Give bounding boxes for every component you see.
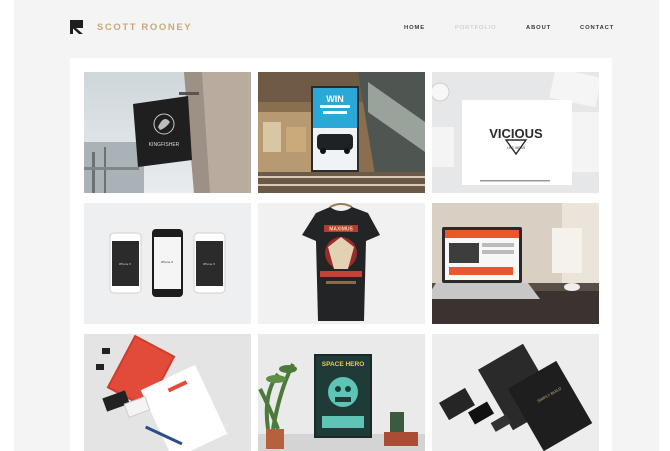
tshirt-text: MAXIMUS: [329, 227, 353, 233]
portfolio-item-vicious[interactable]: VICIOUS LIFE WEAR: [432, 72, 599, 193]
portfolio-item-stationery-dark[interactable]: SIMPLY BUILD: [432, 334, 599, 451]
kingfisher-text: KINGFISHER: [149, 142, 180, 148]
poster-title: SPACE HERO: [322, 361, 365, 368]
billboard-text: WIN: [326, 94, 344, 104]
vicious-text: VICIOUS: [489, 126, 543, 141]
nav-contact[interactable]: CONTACT: [580, 25, 614, 31]
nav-home[interactable]: HOME: [404, 25, 425, 31]
main-nav: HOME PORTFOLIO ABOUT CONTACT: [0, 25, 670, 35]
iphone-label-left: iPhone X: [119, 262, 131, 266]
iphone-label-right: iPhone X: [203, 262, 215, 266]
portfolio-item-billboard[interactable]: WIN: [258, 72, 425, 193]
portfolio-item-tshirt[interactable]: MAXIMUS: [258, 203, 425, 324]
portfolio-item-space-hero[interactable]: SPACE HERO: [258, 334, 425, 451]
portfolio-item-laptop[interactable]: [432, 203, 599, 324]
portfolio-item-stationery-red[interactable]: [84, 334, 251, 451]
portfolio-item-kingfisher[interactable]: KINGFISHER: [84, 72, 251, 193]
nav-portfolio[interactable]: PORTFOLIO: [455, 25, 497, 31]
nav-about[interactable]: ABOUT: [526, 25, 551, 31]
portfolio-grid: KINGFISHER WIN VICIOUS LIFE WEAR iPhone …: [70, 58, 612, 451]
iphone-label-center: iPhone X: [161, 260, 173, 264]
portfolio-item-iphones[interactable]: iPhone X iPhone X iPhone X: [84, 203, 251, 324]
vicious-subtext: LIFE WEAR: [507, 146, 526, 150]
